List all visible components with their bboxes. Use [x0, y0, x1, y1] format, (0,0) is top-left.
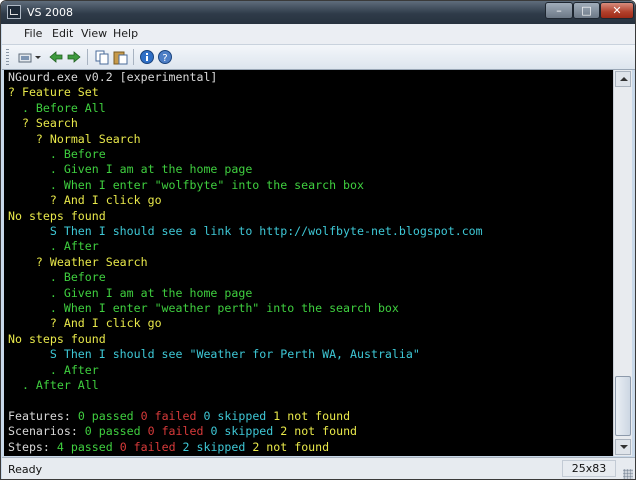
scroll-up-button[interactable] [615, 71, 631, 87]
vertical-scrollbar[interactable] [613, 70, 632, 456]
console-segment: . Before All [8, 100, 106, 115]
console-line: . Given I am at the home page [8, 286, 252, 301]
toolbar: ? [2, 45, 635, 70]
console-line: . After All [8, 378, 99, 393]
help-icon[interactable]: ? [157, 49, 173, 65]
console-segment: . Before [8, 270, 106, 285]
console-line: No steps found [8, 332, 106, 347]
arrow-up-icon [620, 77, 628, 81]
console-app-icon[interactable] [7, 5, 21, 19]
console-segment: 2 not found [280, 424, 358, 439]
console-segment: 0 failed [147, 424, 211, 439]
console-segment: No steps found [8, 208, 106, 223]
svg-text:?: ? [162, 53, 167, 64]
app-window: VS 2008 – □ ✕ File Edit View Help ? NGou… [0, 0, 636, 480]
console-segment: 0 passed [84, 424, 148, 439]
console-segment: ? Weather Search [8, 254, 148, 269]
console-segment: . Given I am at the home page [8, 285, 253, 300]
menu-help[interactable]: Help [113, 27, 138, 40]
console-line: . Before [8, 147, 106, 162]
console-segment: 4 passed [56, 439, 120, 454]
console-segment: 0 failed [119, 439, 183, 454]
console-line: . When I enter "weather perth" into the … [8, 301, 399, 316]
console-output[interactable]: NGourd.exe v0.2 [experimental]? Feature … [4, 70, 613, 456]
console-line: S Then I should see "Weather for Perth W… [8, 347, 420, 362]
close-button[interactable]: ✕ [600, 2, 634, 19]
close-icon: ✕ [612, 4, 622, 17]
scroll-down-button[interactable] [615, 439, 631, 455]
console-segment: . When I enter "weather perth" into the … [8, 301, 399, 315]
console-line: Features: 0 passed 0 failed 0 skipped 1 … [8, 409, 350, 424]
toolbar-separator [87, 49, 88, 65]
console-segment: 0 failed [140, 408, 204, 423]
console-line: ? Search [8, 116, 78, 131]
toolbar-separator [133, 49, 134, 65]
console-line: Scenarios: 0 passed 0 failed 0 skipped 2… [8, 424, 357, 439]
forward-icon[interactable] [66, 49, 82, 65]
console-segment: . When I enter "wolfbyte" into the searc… [8, 177, 364, 192]
maximize-button[interactable]: □ [573, 2, 600, 19]
console-segment: . Given I am at the home page [8, 162, 253, 177]
console-segment: 0 skipped [203, 408, 274, 423]
console-segment: NGourd.exe v0.2 [experimental] [8, 70, 218, 84]
console-segment: Scenarios: [8, 424, 85, 439]
resize-grip[interactable] [623, 469, 633, 479]
console-segment: ? And I click go [8, 316, 162, 331]
console-line: . Given I am at the home page [8, 162, 252, 177]
console-line: . Before [8, 270, 106, 285]
minimize-icon: – [556, 4, 562, 17]
console-line: ? Normal Search [8, 132, 141, 147]
console-line: . After [8, 363, 99, 378]
console-segment: S Then I should see "Weather for Perth W… [8, 347, 420, 362]
console-segment: . After [8, 362, 99, 377]
console-segment: 0 skipped [210, 424, 281, 439]
console-segment: 2 not found [252, 439, 330, 454]
minimize-button[interactable]: – [545, 2, 573, 19]
menu-bar: File Edit View Help [2, 24, 635, 45]
console-segment: ? Search [8, 116, 78, 131]
console-line: ? Feature Set [8, 85, 99, 100]
console-segment: 2 skipped [182, 439, 253, 454]
console-segment: S Then I should see a link to http://wol… [8, 224, 483, 238]
console-segment: . After [8, 239, 99, 254]
menu-edit[interactable]: Edit [52, 27, 73, 40]
console-line: . When I enter "wolfbyte" into the searc… [8, 178, 364, 193]
console-segment: No steps found [8, 331, 106, 346]
console-line: Steps: 4 passed 0 failed 2 skipped 2 not… [8, 440, 329, 455]
title-bar[interactable]: VS 2008 – □ ✕ [1, 1, 635, 24]
scroll-thumb[interactable] [615, 376, 631, 436]
console-segment: Features: [8, 408, 78, 423]
console-segment: 0 passed [77, 408, 141, 423]
console-segment: 1 not found [273, 408, 351, 423]
status-bar: Ready 25x83 [2, 457, 635, 479]
console-segment: ? And I click go [8, 193, 162, 208]
window-title: VS 2008 [27, 6, 73, 19]
menu-file[interactable]: File [24, 27, 42, 40]
toolbar-grip[interactable] [6, 49, 9, 65]
console-segment: ? Normal Search [8, 131, 141, 146]
maximize-icon: □ [581, 4, 592, 17]
console-segment: ? Feature Set [8, 85, 99, 100]
console-line: S Then I should see a link to http://wol… [8, 224, 483, 239]
console-line: ? And I click go [8, 193, 162, 208]
console-line: . After [8, 239, 99, 254]
menu-view[interactable]: View [81, 27, 107, 40]
console-segment: . After All [8, 378, 99, 392]
console-line: ? Weather Search [8, 255, 148, 270]
back-icon[interactable] [48, 49, 64, 65]
status-text: Ready [8, 463, 43, 476]
console-line: . Before All [8, 101, 106, 116]
dropdown-arrow-icon[interactable] [34, 49, 42, 65]
console-line: NGourd.exe v0.2 [experimental] [8, 70, 217, 85]
console-segment: . Before [8, 147, 106, 161]
console-line: ? And I click go [8, 316, 162, 331]
new-icon[interactable] [18, 49, 34, 65]
arrow-down-icon [620, 445, 628, 449]
console-segment: Steps: [8, 439, 57, 454]
info-icon[interactable] [139, 49, 155, 65]
paste-icon[interactable] [112, 49, 128, 65]
copy-icon[interactable] [94, 49, 110, 65]
console-line: No steps found [8, 209, 106, 224]
console-size: 25x83 [562, 460, 616, 477]
